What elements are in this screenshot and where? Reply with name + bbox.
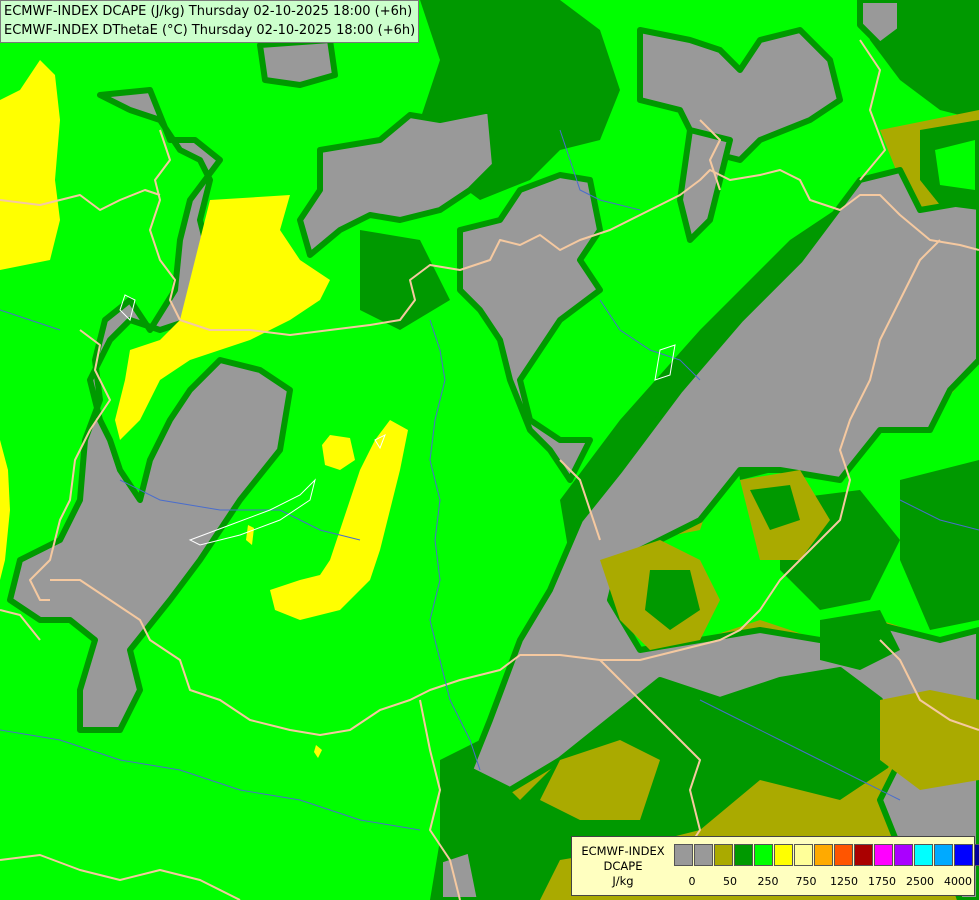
legend-swatch-12 xyxy=(914,844,933,866)
legend-swatch-0 xyxy=(674,844,693,866)
legend-tick-label: 0 xyxy=(688,875,696,888)
legend-tick-label: 2500 xyxy=(906,875,934,888)
map-title-dcape: ECMWF-INDEX DCAPE (J/kg) Thursday 02-10-… xyxy=(4,4,413,19)
map-title-box: ECMWF-INDEX DCAPE (J/kg) Thursday 02-10-… xyxy=(0,0,420,43)
legend-swatch-10 xyxy=(874,844,893,866)
legend-swatch-6 xyxy=(794,844,813,866)
legend-tick-label: 1750 xyxy=(868,875,896,888)
legend-swatches xyxy=(674,844,979,866)
legend-swatch-15 xyxy=(974,844,979,866)
legend-tick-label: 1250 xyxy=(830,875,858,888)
dcape-map xyxy=(0,0,979,900)
legend-swatch-2 xyxy=(714,844,733,866)
legend-tick-label: 50 xyxy=(723,875,737,888)
map-title-dthetae: ECMWF-INDEX DThetaE (°C) Thursday 02-10-… xyxy=(4,23,416,38)
legend-tick-label: 750 xyxy=(795,875,817,888)
legend-tick-label: 250 xyxy=(757,875,779,888)
color-legend: ECMWF-INDEX DCAPE J/kg 0 50 250 750 1250 1750… xyxy=(571,836,979,896)
legend-swatch-14 xyxy=(954,844,973,866)
legend-swatch-5 xyxy=(774,844,793,866)
legend-swatch-7 xyxy=(814,844,833,866)
legend-swatch-4 xyxy=(754,844,773,866)
legend-title-source: ECMWF-INDEX xyxy=(581,844,665,858)
legend-tick-label: 4000 xyxy=(944,875,972,888)
gray-north-2 xyxy=(257,37,338,88)
legend-title-parameter: DCAPE xyxy=(603,859,643,873)
legend-swatch-3 xyxy=(734,844,753,866)
legend-swatch-1 xyxy=(694,844,713,866)
legend-title: ECMWF-INDEX DCAPE J/kg xyxy=(574,844,672,889)
legend-swatch-13 xyxy=(934,844,953,866)
legend-swatch-11 xyxy=(894,844,913,866)
legend-swatch-9 xyxy=(854,844,873,866)
legend-title-unit: J/kg xyxy=(612,874,634,888)
gray-south-bottom xyxy=(437,847,483,900)
legend-swatch-8 xyxy=(834,844,853,866)
